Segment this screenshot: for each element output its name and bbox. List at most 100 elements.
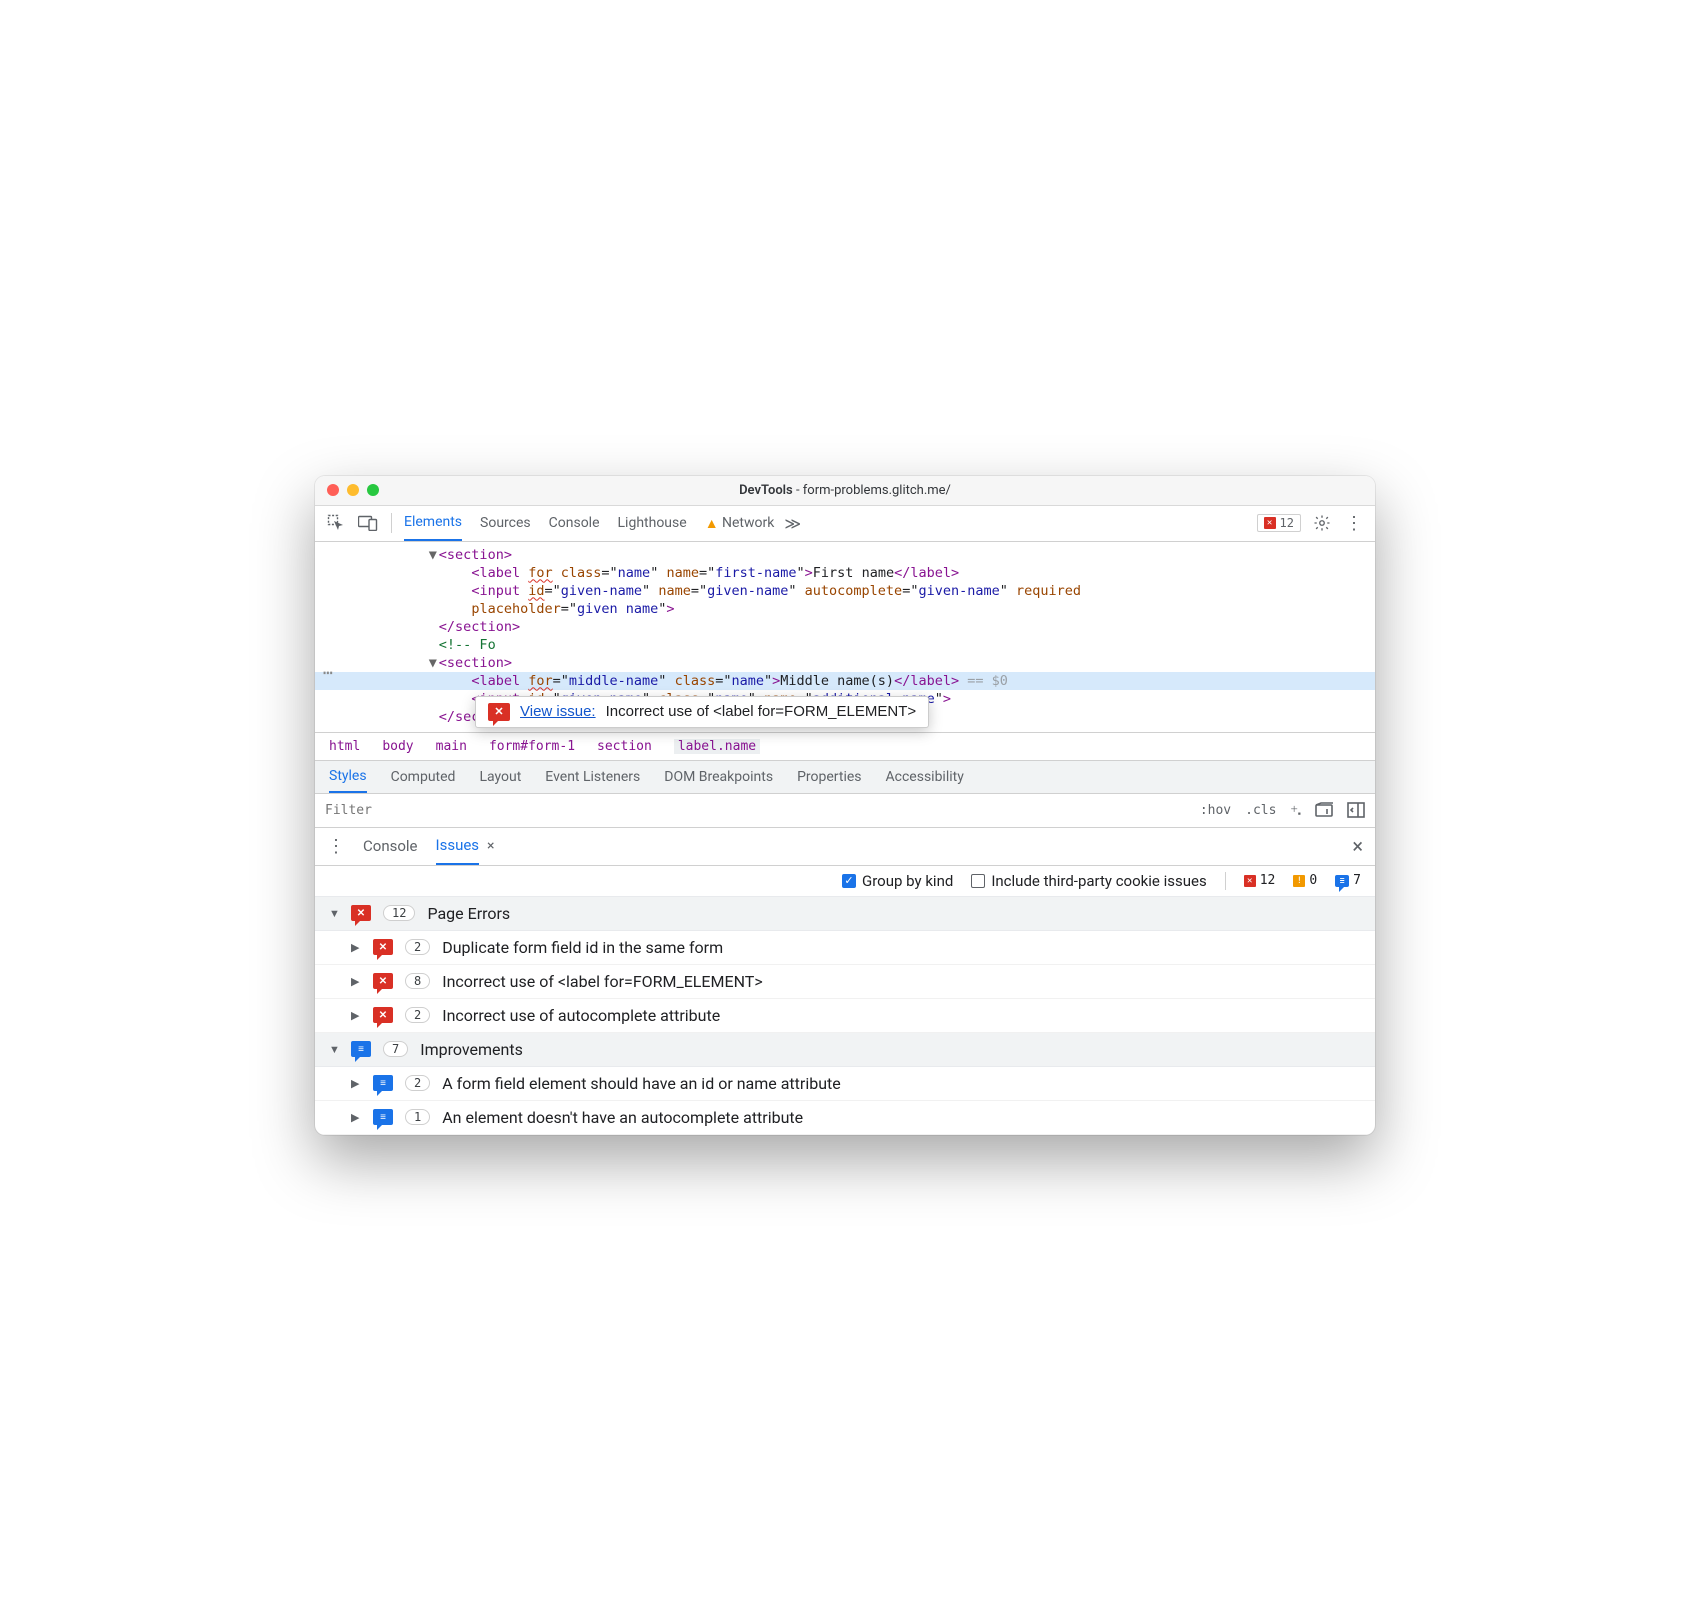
issue-item[interactable]: ▶≡2A form field element should have an i…	[315, 1067, 1375, 1101]
overflow-tabs-icon[interactable]: ≫	[784, 514, 801, 533]
dom-row[interactable]: <input id="given-name" name="given-name"…	[315, 582, 1375, 600]
tab-console[interactable]: Console	[549, 506, 600, 541]
checkbox-unchecked-icon	[971, 874, 985, 888]
drawer-menu-icon[interactable]: ⋮	[327, 836, 345, 857]
include-third-label: Include third-party cookie issues	[991, 872, 1206, 890]
styles-filter-input[interactable]	[325, 803, 1186, 818]
drawer-tab-console[interactable]: Console	[363, 828, 418, 865]
subtab-accessibility[interactable]: Accessibility	[886, 761, 964, 793]
checkbox-checked-icon: ✓	[842, 874, 856, 888]
issues-options: ✓ Group by kind Include third-party cook…	[315, 866, 1375, 897]
error-count-badge[interactable]: ✕ 12	[1257, 514, 1301, 532]
error-count: 12	[1280, 516, 1294, 530]
drawer-header: ⋮ Console Issues × ×	[315, 828, 1375, 866]
disclosure-triangle-icon: ▶	[351, 1111, 361, 1124]
error-chat-icon: ✕	[351, 905, 371, 921]
dom-row[interactable]: placeholder="given name">	[315, 600, 1375, 618]
issue-group-page-errors[interactable]: ▼✕12Page Errors	[315, 897, 1375, 931]
devtools-window: DevTools - form-problems.glitch.me/ Elem…	[315, 476, 1375, 1135]
disclosure-triangle-icon: ▼	[329, 1043, 339, 1056]
item-text: Incorrect use of <label for=FORM_ELEMENT…	[442, 972, 762, 991]
item-text: An element doesn't have an autocomplete …	[442, 1108, 803, 1127]
group-label: Improvements	[420, 1040, 523, 1059]
subtab-layout[interactable]: Layout	[479, 761, 521, 793]
close-tab-icon[interactable]: ×	[487, 838, 494, 854]
error-icon: ✕	[1264, 517, 1276, 529]
issue-item[interactable]: ▶ ≡ 1 An element doesn't have an autocomple…	[315, 1101, 1375, 1135]
tab-lighthouse[interactable]: Lighthouse	[618, 506, 687, 541]
errors-count[interactable]: ✕12	[1244, 873, 1276, 888]
crumb-form-form-1[interactable]: form#form-1	[489, 739, 575, 754]
elements-dom-tree[interactable]: ✕ View issue: Incorrect use of <label fo…	[315, 542, 1375, 732]
item-count: 1	[405, 1109, 430, 1125]
item-count: 2	[405, 1075, 430, 1091]
tab-sources[interactable]: Sources	[480, 506, 531, 541]
tab-elements[interactable]: Elements	[404, 506, 462, 541]
group-count: 7	[383, 1041, 408, 1057]
titlebar: DevTools - form-problems.glitch.me/	[315, 476, 1375, 506]
item-text: A form field element should have an id o…	[442, 1074, 841, 1093]
issue-item[interactable]: ▶ ✕ 2 Incorrect use of autocomplete attribu…	[315, 999, 1375, 1033]
subtab-event-listeners[interactable]: Event Listeners	[545, 761, 640, 793]
drawer-tabs: Console Issues ×	[363, 828, 495, 865]
include-third-party-checkbox[interactable]: Include third-party cookie issues	[971, 872, 1206, 890]
error-chat-icon: ✕	[373, 939, 393, 955]
item-count: 2	[405, 1007, 430, 1023]
item-text: Duplicate form field id in the same form	[442, 938, 723, 957]
computed-styles-toggle-icon[interactable]	[1315, 802, 1333, 818]
error-chat-icon: ✕	[488, 703, 510, 721]
disclosure-triangle-icon: ▶	[351, 1009, 361, 1022]
dom-row[interactable]: ▼<section>	[315, 546, 1375, 564]
inspect-icon[interactable]	[325, 512, 347, 534]
crumb-label-name[interactable]: label.name	[674, 739, 760, 754]
title-sub: - form-problems.glitch.me/	[793, 483, 951, 498]
issue-item[interactable]: ▶✕8Incorrect use of <label for=FORM_ELEM…	[315, 965, 1375, 999]
disclosure-triangle-icon: ▶	[351, 941, 361, 954]
disclosure-triangle-icon: ▶	[351, 975, 361, 988]
dom-row[interactable]: ⋯ <label for="middle-name" class="name">…	[315, 672, 1375, 690]
window-title: DevTools - form-problems.glitch.me/	[315, 483, 1375, 498]
dom-row[interactable]: ▼<section>	[315, 654, 1375, 672]
view-issue-link[interactable]: View issue:	[520, 703, 596, 720]
tooltip-text: Incorrect use of <label for=FORM_ELEMENT…	[606, 703, 917, 720]
device-toggle-icon[interactable]	[357, 512, 379, 534]
crumb-section[interactable]: section	[597, 739, 652, 754]
disclosure-triangle-icon: ▼	[329, 907, 339, 920]
options-separator	[1225, 872, 1226, 890]
cls-toggle[interactable]: .cls	[1245, 803, 1276, 818]
toolbar-separator	[391, 513, 392, 533]
dom-breadcrumb[interactable]: html body main form#form-1 section label.name	[315, 732, 1375, 760]
hov-toggle[interactable]: :hov	[1200, 803, 1231, 818]
dom-row[interactable]: </section>	[315, 618, 1375, 636]
issues-list: ▼ ✕ 1 2 Page Errors ▶ ✕ 2 Duplicate form field i…	[315, 897, 1375, 1135]
drawer-close-icon[interactable]: ×	[1352, 834, 1363, 858]
info-count[interactable]: ≡7	[1335, 873, 1361, 888]
crumb-body[interactable]: body	[382, 739, 413, 754]
crumb-html[interactable]: html	[329, 739, 360, 754]
kebab-menu-icon[interactable]: ⋮	[1343, 512, 1365, 534]
issue-item[interactable]: ▶✕2Duplicate form field id in the same f…	[315, 931, 1375, 965]
subtab-dom-breakpoints[interactable]: DOM Breakpoints	[664, 761, 773, 793]
main-toolbar: Elements Sources Console Lighthouse ▲ Networ…	[315, 506, 1375, 542]
info-chat-icon: ≡	[373, 1109, 393, 1125]
subtab-computed[interactable]: Computed	[391, 761, 456, 793]
group-label: Page Errors	[427, 904, 510, 923]
dom-row[interactable]: <!-- Fo	[315, 636, 1375, 654]
subtab-properties[interactable]: Properties	[797, 761, 861, 793]
issue-tooltip: ✕ View issue: Incorrect use of <label fo…	[475, 696, 929, 728]
warnings-count[interactable]: !0	[1293, 873, 1317, 888]
new-style-rule-icon[interactable]: +▪	[1290, 801, 1301, 819]
panel-tabs: Elements Sources Console Lighthouse ▲ Networ…	[404, 506, 774, 541]
item-text: Incorrect use of autocomplete attribute	[442, 1006, 720, 1025]
group-by-kind-checkbox[interactable]: ✓ Group by kind	[842, 872, 953, 890]
settings-gear-icon[interactable]	[1311, 512, 1333, 534]
subtab-styles[interactable]: Styles	[329, 761, 367, 793]
toggle-sidebar-icon[interactable]	[1347, 802, 1365, 818]
info-chat-icon: ≡	[373, 1075, 393, 1091]
dom-row[interactable]: <label for class="name" name="first-name…	[315, 564, 1375, 582]
crumb-main[interactable]: main	[436, 739, 467, 754]
drawer-tab-issues[interactable]: Issues	[436, 828, 480, 865]
tab-network[interactable]: ▲ Network	[705, 506, 775, 541]
issue-group-improvements[interactable]: ▼≡7Improvements	[315, 1033, 1375, 1067]
error-chat-icon: ✕	[373, 1007, 393, 1023]
